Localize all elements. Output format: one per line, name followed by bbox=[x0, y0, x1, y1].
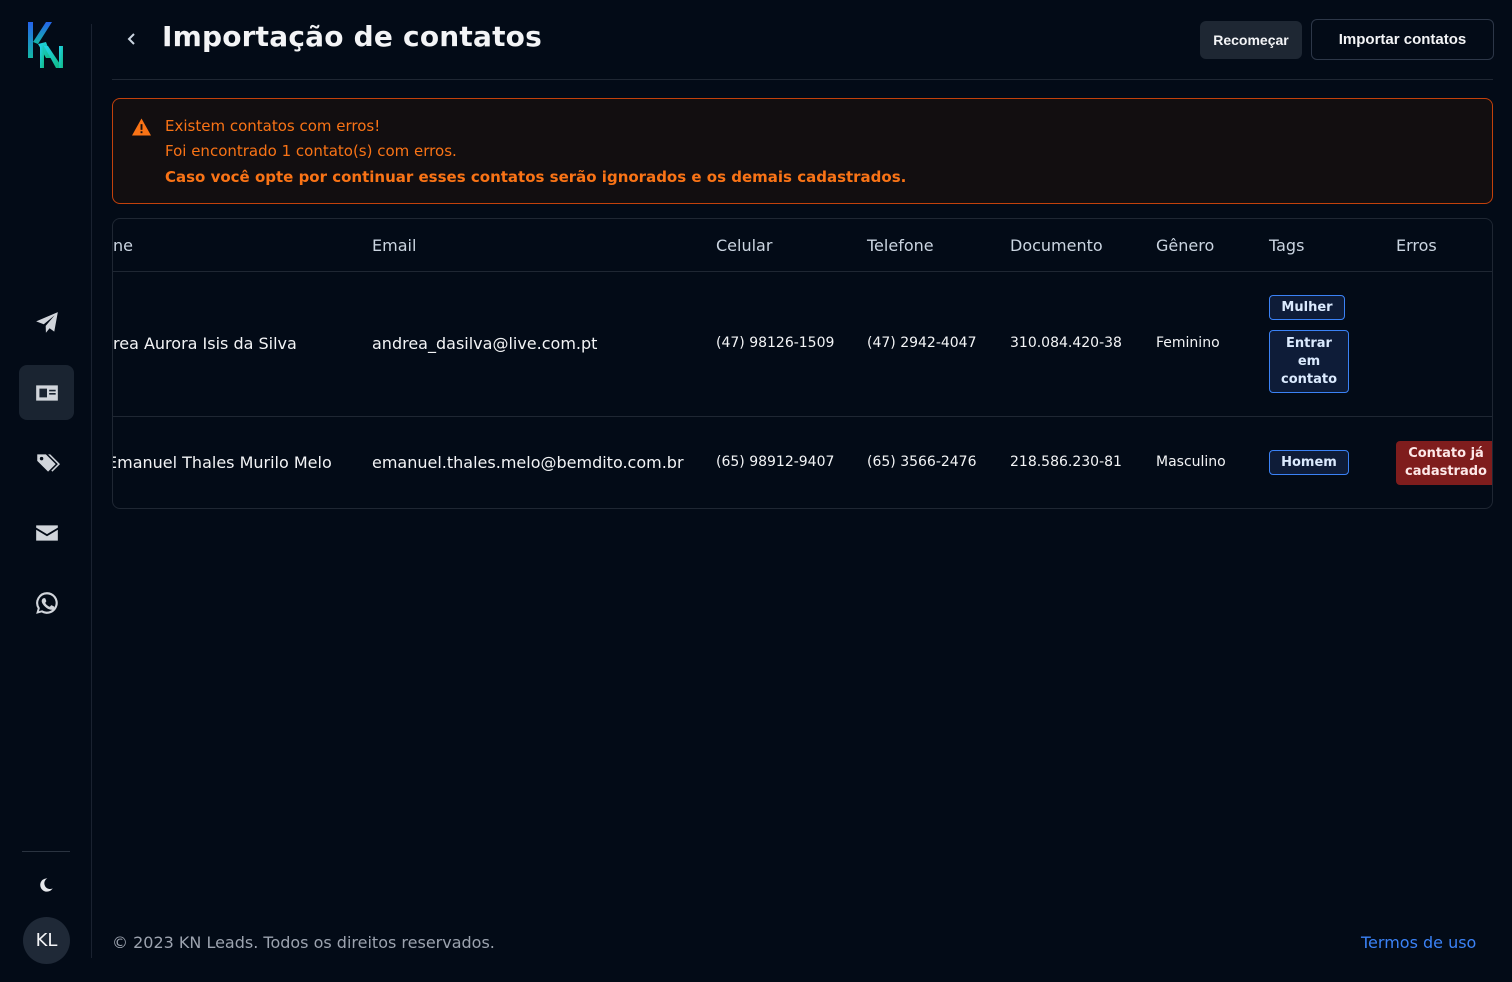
warning-icon bbox=[132, 118, 151, 136]
alert-message: Foi encontrado 1 contato(s) com erros. bbox=[165, 142, 457, 160]
cell-genero: Feminino bbox=[1156, 335, 1220, 351]
paper-plane-icon bbox=[35, 311, 58, 333]
page-title: Importação de contatos bbox=[162, 20, 542, 53]
tags-icon bbox=[36, 453, 60, 472]
column-header-tags[interactable]: Tags bbox=[1269, 236, 1304, 255]
column-header-name[interactable]: ne bbox=[113, 236, 133, 255]
alert-detail: Caso você opte por continuar esses conta… bbox=[165, 168, 907, 186]
envelope-icon bbox=[35, 524, 58, 541]
sidebar-item-whatsapp[interactable] bbox=[19, 575, 74, 630]
column-header-erros[interactable]: Erros bbox=[1396, 236, 1437, 255]
tag-badge[interactable]: Mulher bbox=[1269, 295, 1345, 320]
error-badge: Contato já cadastrado bbox=[1396, 441, 1492, 485]
contacts-table[interactable]: ne Email Celular Telefone Documento Gêne… bbox=[112, 218, 1493, 509]
tag-badge[interactable]: Homem bbox=[1269, 450, 1349, 475]
sidebar: KL bbox=[0, 0, 92, 982]
column-header-celular[interactable]: Celular bbox=[716, 236, 772, 255]
kn-logo-icon[interactable] bbox=[26, 20, 66, 70]
theme-toggle-button[interactable] bbox=[30, 870, 62, 900]
whatsapp-icon bbox=[35, 591, 58, 614]
cell-documento: 218.586.230-81 bbox=[1010, 454, 1122, 470]
import-contacts-button[interactable]: Importar contatos bbox=[1311, 19, 1494, 60]
contact-card-icon bbox=[35, 384, 58, 401]
column-header-documento[interactable]: Documento bbox=[1010, 236, 1103, 255]
sidebar-item-campaigns[interactable] bbox=[19, 295, 74, 350]
moon-icon bbox=[40, 878, 53, 892]
avatar[interactable]: KL bbox=[23, 917, 70, 964]
cell-celular: (65) 98912-9407 bbox=[716, 454, 835, 470]
error-alert: Existem contatos com erros! Foi encontra… bbox=[112, 98, 1493, 204]
sidebar-item-tags[interactable] bbox=[19, 435, 74, 490]
column-header-genero[interactable]: Gênero bbox=[1156, 236, 1214, 255]
footer-copyright: © 2023 KN Leads. Todos os direitos reser… bbox=[112, 933, 495, 952]
sidebar-divider bbox=[22, 851, 70, 852]
sidebar-item-contacts[interactable] bbox=[19, 365, 74, 420]
header-divider bbox=[112, 79, 1493, 80]
terms-link[interactable]: Termos de uso bbox=[1361, 933, 1476, 952]
column-header-email[interactable]: Email bbox=[372, 236, 416, 255]
app-root: KL Importação de contatos Recomeçar Impo… bbox=[0, 0, 1512, 982]
row-divider bbox=[113, 416, 1492, 417]
header-row-divider bbox=[113, 271, 1492, 272]
back-button[interactable] bbox=[118, 24, 146, 54]
cell-name: Emanuel Thales Murilo Melo bbox=[112, 453, 332, 472]
tag-badge[interactable]: Entrar em contato bbox=[1269, 330, 1349, 393]
cell-documento: 310.084.420-38 bbox=[1010, 335, 1122, 351]
chevron-left-icon bbox=[127, 33, 135, 45]
cell-celular: (47) 98126-1509 bbox=[716, 335, 835, 351]
cell-email: emanuel.thales.melo@bemdito.com.br bbox=[372, 453, 684, 472]
sidebar-border bbox=[91, 24, 92, 958]
cell-email: andrea_dasilva@live.com.pt bbox=[372, 334, 598, 353]
cell-genero: Masculino bbox=[1156, 454, 1226, 470]
alert-title: Existem contatos com erros! bbox=[165, 117, 381, 135]
cell-telefone: (47) 2942-4047 bbox=[867, 335, 977, 351]
cell-telefone: (65) 3566-2476 bbox=[867, 454, 977, 470]
cell-name: rea Aurora Isis da Silva bbox=[113, 334, 297, 353]
sidebar-item-email[interactable] bbox=[19, 505, 74, 560]
restart-button[interactable]: Recomeçar bbox=[1200, 21, 1302, 59]
column-header-telefone[interactable]: Telefone bbox=[867, 236, 934, 255]
